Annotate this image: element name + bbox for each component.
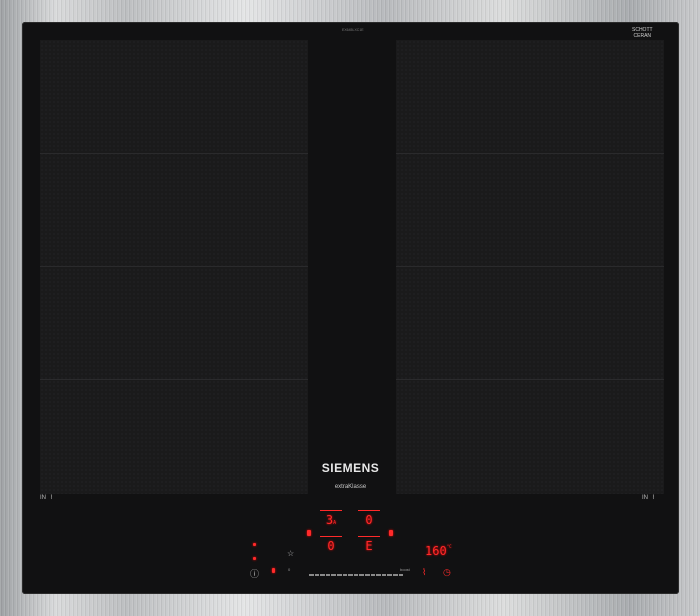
zone-display-top-right[interactable]: 0	[358, 510, 380, 527]
cooking-zone-left[interactable]	[40, 40, 308, 494]
ceran-text: CERAN	[633, 33, 652, 39]
zone-select-right-indicator[interactable]	[389, 530, 393, 536]
zone-divider	[396, 153, 664, 154]
zone-label-right: IN ⌇	[642, 494, 655, 502]
slider-min-label: 0	[288, 567, 291, 572]
center-strip	[308, 40, 396, 494]
clock-icon[interactable]: ◷	[443, 567, 451, 578]
star-icon[interactable]: ☆	[287, 549, 294, 558]
zone-divider	[40, 379, 308, 380]
frying-sensor-icon[interactable]: ⌇	[422, 567, 426, 578]
induction-coil-icon: ⌇	[652, 495, 655, 501]
induction-label: IN	[642, 494, 648, 501]
zone-divider	[396, 266, 664, 267]
power-sub: A	[333, 520, 337, 526]
induction-coil-icon: ⌇	[50, 495, 53, 501]
model-code: EX645LXC1E	[342, 28, 364, 32]
brand-tagline: extraKlasse	[334, 484, 367, 490]
power-level: 0	[365, 513, 373, 527]
power-level: 0	[327, 539, 335, 553]
induction-label: IN	[40, 494, 46, 501]
cooking-zone-right[interactable]	[396, 40, 664, 494]
timer-value: 160	[425, 544, 447, 558]
slider-boost-label: boost	[400, 567, 410, 572]
zone-divider	[40, 266, 308, 267]
zone-divider	[396, 379, 664, 380]
power-slider[interactable]	[309, 574, 404, 576]
lock-indicator[interactable]	[272, 568, 275, 573]
ceramic-glass-cooktop: EX645LXC1E SCHOTT CERAN SIEMENS extraKla…	[22, 22, 679, 594]
info-icon[interactable]: ⓘ	[250, 567, 259, 580]
zone-display-top-left[interactable]: 3A	[320, 510, 342, 527]
timer-display[interactable]: 160°C	[425, 544, 452, 558]
zone-display-bottom-right[interactable]: E	[358, 536, 380, 553]
brand-name: SIEMENS	[321, 461, 380, 475]
timer-unit: °C	[446, 544, 452, 549]
zone-divider	[40, 153, 308, 154]
power-level: E	[365, 539, 373, 553]
zone-display-bottom-left[interactable]: 0	[320, 536, 342, 553]
zone-label-left: IN ⌇	[40, 494, 53, 502]
wifi-indicator[interactable]	[253, 543, 256, 546]
status-dot	[253, 557, 256, 560]
zone-select-left-indicator[interactable]	[307, 530, 311, 536]
